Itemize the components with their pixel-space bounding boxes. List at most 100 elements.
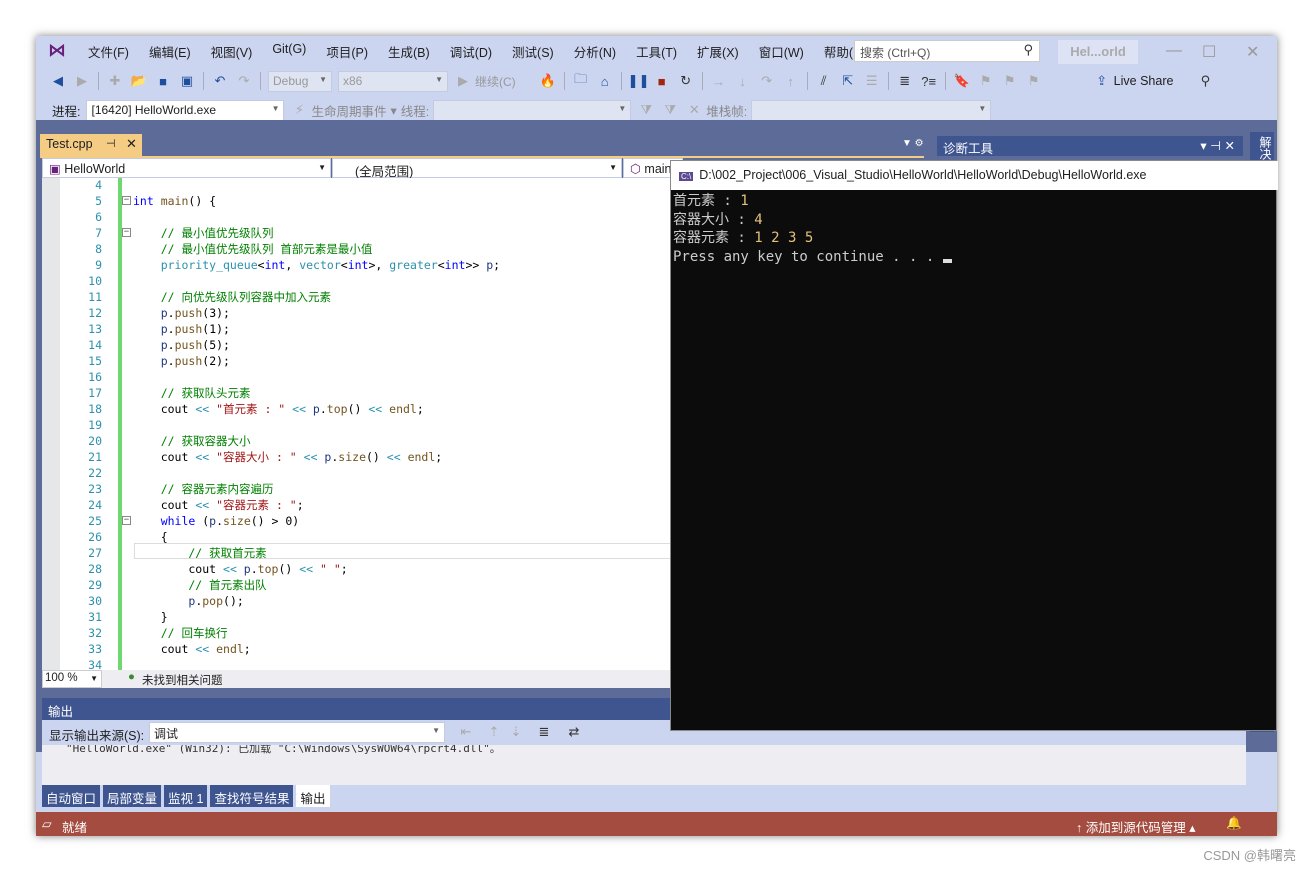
search-input[interactable]: 搜索 (Ctrl+Q) ⚲ <box>854 40 1040 62</box>
menu-item[interactable]: 文件(F) <box>78 42 139 61</box>
tab-list-icon[interactable]: ▼ ⚙ <box>902 138 924 149</box>
code-token: push <box>174 354 203 368</box>
menu-item[interactable]: 编辑(E) <box>139 42 201 61</box>
zoom-select[interactable]: 100 % ▼ <box>42 670 102 688</box>
bottom-tab[interactable]: 查找符号结果 <box>210 785 294 807</box>
project-nav-select[interactable]: ▣ HelloWorld ▼ <box>42 158 331 178</box>
show-next-statement-icon[interactable]: → <box>709 74 729 89</box>
restart-icon[interactable]: ↻ <box>676 73 696 89</box>
menu-item[interactable]: 窗口(W) <box>749 42 814 61</box>
code-token: << <box>195 642 210 656</box>
back-icon[interactable]: ◀ <box>48 73 68 89</box>
pause-icon[interactable]: ❚❚ <box>628 73 650 89</box>
console-window[interactable]: C:\ D:\002_Project\006_Visual_Studio\Hell… <box>670 160 1278 731</box>
pointer-icon[interactable]: ⇱ <box>838 73 858 89</box>
step-out-icon[interactable]: ↑ <box>781 74 801 89</box>
minimize-button[interactable]: — <box>1166 42 1182 60</box>
diagnostics-icon[interactable]: ⌂ <box>595 74 615 89</box>
menu-item[interactable]: 测试(S) <box>502 42 564 61</box>
menu-item[interactable]: 工具(T) <box>626 42 687 61</box>
live-share-button[interactable]: Live Share <box>1114 74 1174 88</box>
code-line: 28 cout << p.top() << " "; <box>42 561 670 577</box>
menu-item[interactable]: 生成(B) <box>378 42 440 61</box>
bottom-tab[interactable]: 输出 <box>296 785 330 807</box>
step-over-icon[interactable]: ↷ <box>757 73 777 89</box>
notifications-icon[interactable]: 🔔 <box>1226 816 1242 831</box>
menu-item[interactable]: 分析(N) <box>564 42 626 61</box>
new-item-icon[interactable]: ✚ <box>105 73 125 89</box>
code-token: p <box>236 562 251 576</box>
code-text: // 获取队头元素 <box>133 385 251 401</box>
collapse-icon[interactable]: − <box>122 516 131 525</box>
bottom-tab[interactable]: 监视 1 <box>164 785 208 807</box>
console-value: 1 <box>740 193 749 209</box>
prev-message-icon[interactable]: ⇡ <box>484 724 504 740</box>
continue-icon[interactable]: ▶ <box>453 73 473 89</box>
redo-icon[interactable]: ↷ <box>234 73 254 89</box>
pin-icon[interactable]: ⊣ <box>106 137 116 150</box>
platform-select[interactable]: x86 ▼ <box>338 70 448 92</box>
process-select[interactable]: [16420] HelloWorld.exe ▼ <box>86 99 285 121</box>
step-into-icon[interactable]: ↓ <box>733 74 753 89</box>
save-all-icon[interactable]: ▣ <box>177 73 197 89</box>
collapse-icon[interactable]: − <box>122 196 131 205</box>
indent-icon[interactable]: ≣ <box>895 73 915 89</box>
code-token: push <box>174 306 203 320</box>
code-line: 25− while (p.size() > 0) <box>42 513 670 529</box>
bottom-tab[interactable]: 局部变量 <box>103 785 162 807</box>
live-share-icon[interactable]: ⇪ <box>1092 73 1112 89</box>
next-bookmark-icon[interactable]: ⚑ <box>1000 73 1020 89</box>
menu-item[interactable]: Git(G) <box>262 42 316 61</box>
go-to-line-icon[interactable]: ⇤ <box>456 724 476 740</box>
menu-item[interactable]: 扩展(X) <box>687 42 749 61</box>
save-icon[interactable]: ■ <box>153 74 173 89</box>
maximize-button[interactable]: ☐ <box>1202 42 1216 62</box>
toggle-flag-icon[interactable]: ✕ <box>684 102 704 118</box>
output-source-select[interactable]: 调试 ▼ <box>149 722 445 743</box>
output-text[interactable]: "HelloWorld.exe" (Win32): 已加载 "C:\Window… <box>42 745 1246 785</box>
continue-button[interactable]: 继续(C) <box>475 73 516 90</box>
code-token: ; <box>435 450 443 464</box>
word-wrap-icon[interactable]: ⇄ <box>564 724 584 740</box>
clear-bookmarks-icon[interactable]: ⚑ <box>1024 73 1044 89</box>
close-button[interactable]: ✕ <box>1246 42 1259 62</box>
configuration-select[interactable]: Debug ▼ <box>268 70 332 92</box>
issues-status[interactable]: 未找到相关问题 <box>142 672 223 688</box>
code-line: 24 cout << "容器元素 : "; <box>42 497 670 513</box>
filter-icon[interactable]: ⧩ <box>636 102 656 118</box>
code-token: // 获取首元素 <box>133 546 267 560</box>
bottom-tab[interactable]: 自动窗口 <box>42 785 101 807</box>
quick-info-icon[interactable]: ?≡ <box>919 74 939 89</box>
open-folder-icon[interactable]: 📂 <box>129 73 149 89</box>
tab-test-cpp[interactable]: Test.cpp ⊣ ✕ <box>40 134 142 156</box>
scope-nav-select[interactable]: (全局范围) ▼ <box>332 158 622 179</box>
bookmark-icon[interactable]: 🔖 <box>952 73 972 89</box>
menu-item[interactable]: 调试(D) <box>440 42 502 61</box>
undo-icon[interactable]: ↶ <box>210 73 230 89</box>
close-tab-icon[interactable]: ✕ <box>126 136 137 152</box>
menu-item[interactable]: 视图(V) <box>201 42 263 61</box>
hot-reload-icon[interactable]: 🔥 <box>538 73 558 89</box>
thread-select[interactable]: ▼ <box>433 99 632 121</box>
menu-item[interactable]: 项目(P) <box>316 42 378 61</box>
feedback-icon[interactable]: ⚲ <box>1195 73 1215 89</box>
stop-icon[interactable]: ■ <box>652 74 672 89</box>
comment-icon[interactable]: ☰ <box>862 73 882 89</box>
clear-all-icon[interactable]: ≣ <box>534 724 554 740</box>
code-token: // 首元素出队 <box>133 578 267 592</box>
panel-controls-icon[interactable]: ▾ ⊣ ✕ <box>1200 138 1235 153</box>
source-control-button[interactable]: ↑ 添加到源代码管理 ▴ <box>1076 817 1196 836</box>
breakpoints-icon[interactable]: ⫽ <box>814 73 834 89</box>
collapse-icon[interactable]: − <box>122 228 131 237</box>
code-token: ; <box>243 642 251 656</box>
find-in-files-icon[interactable]: 🗀 <box>571 70 591 92</box>
stack-frame-select[interactable]: ▼ <box>751 99 992 121</box>
code-token: . <box>216 514 224 528</box>
lifecycle-events-button[interactable]: 生命周期事件 <box>311 101 386 120</box>
code-editor[interactable]: 4 5− int main() {6 7− // 最小值优先级队列 8 // 最小值优先… <box>42 178 670 670</box>
next-message-icon[interactable]: ⇣ <box>506 724 526 740</box>
prev-bookmark-icon[interactable]: ⚑ <box>976 73 996 89</box>
forward-icon[interactable]: ▶ <box>72 73 92 89</box>
code-token: . <box>167 322 175 336</box>
flag-icon[interactable]: ⧩ <box>660 102 680 118</box>
